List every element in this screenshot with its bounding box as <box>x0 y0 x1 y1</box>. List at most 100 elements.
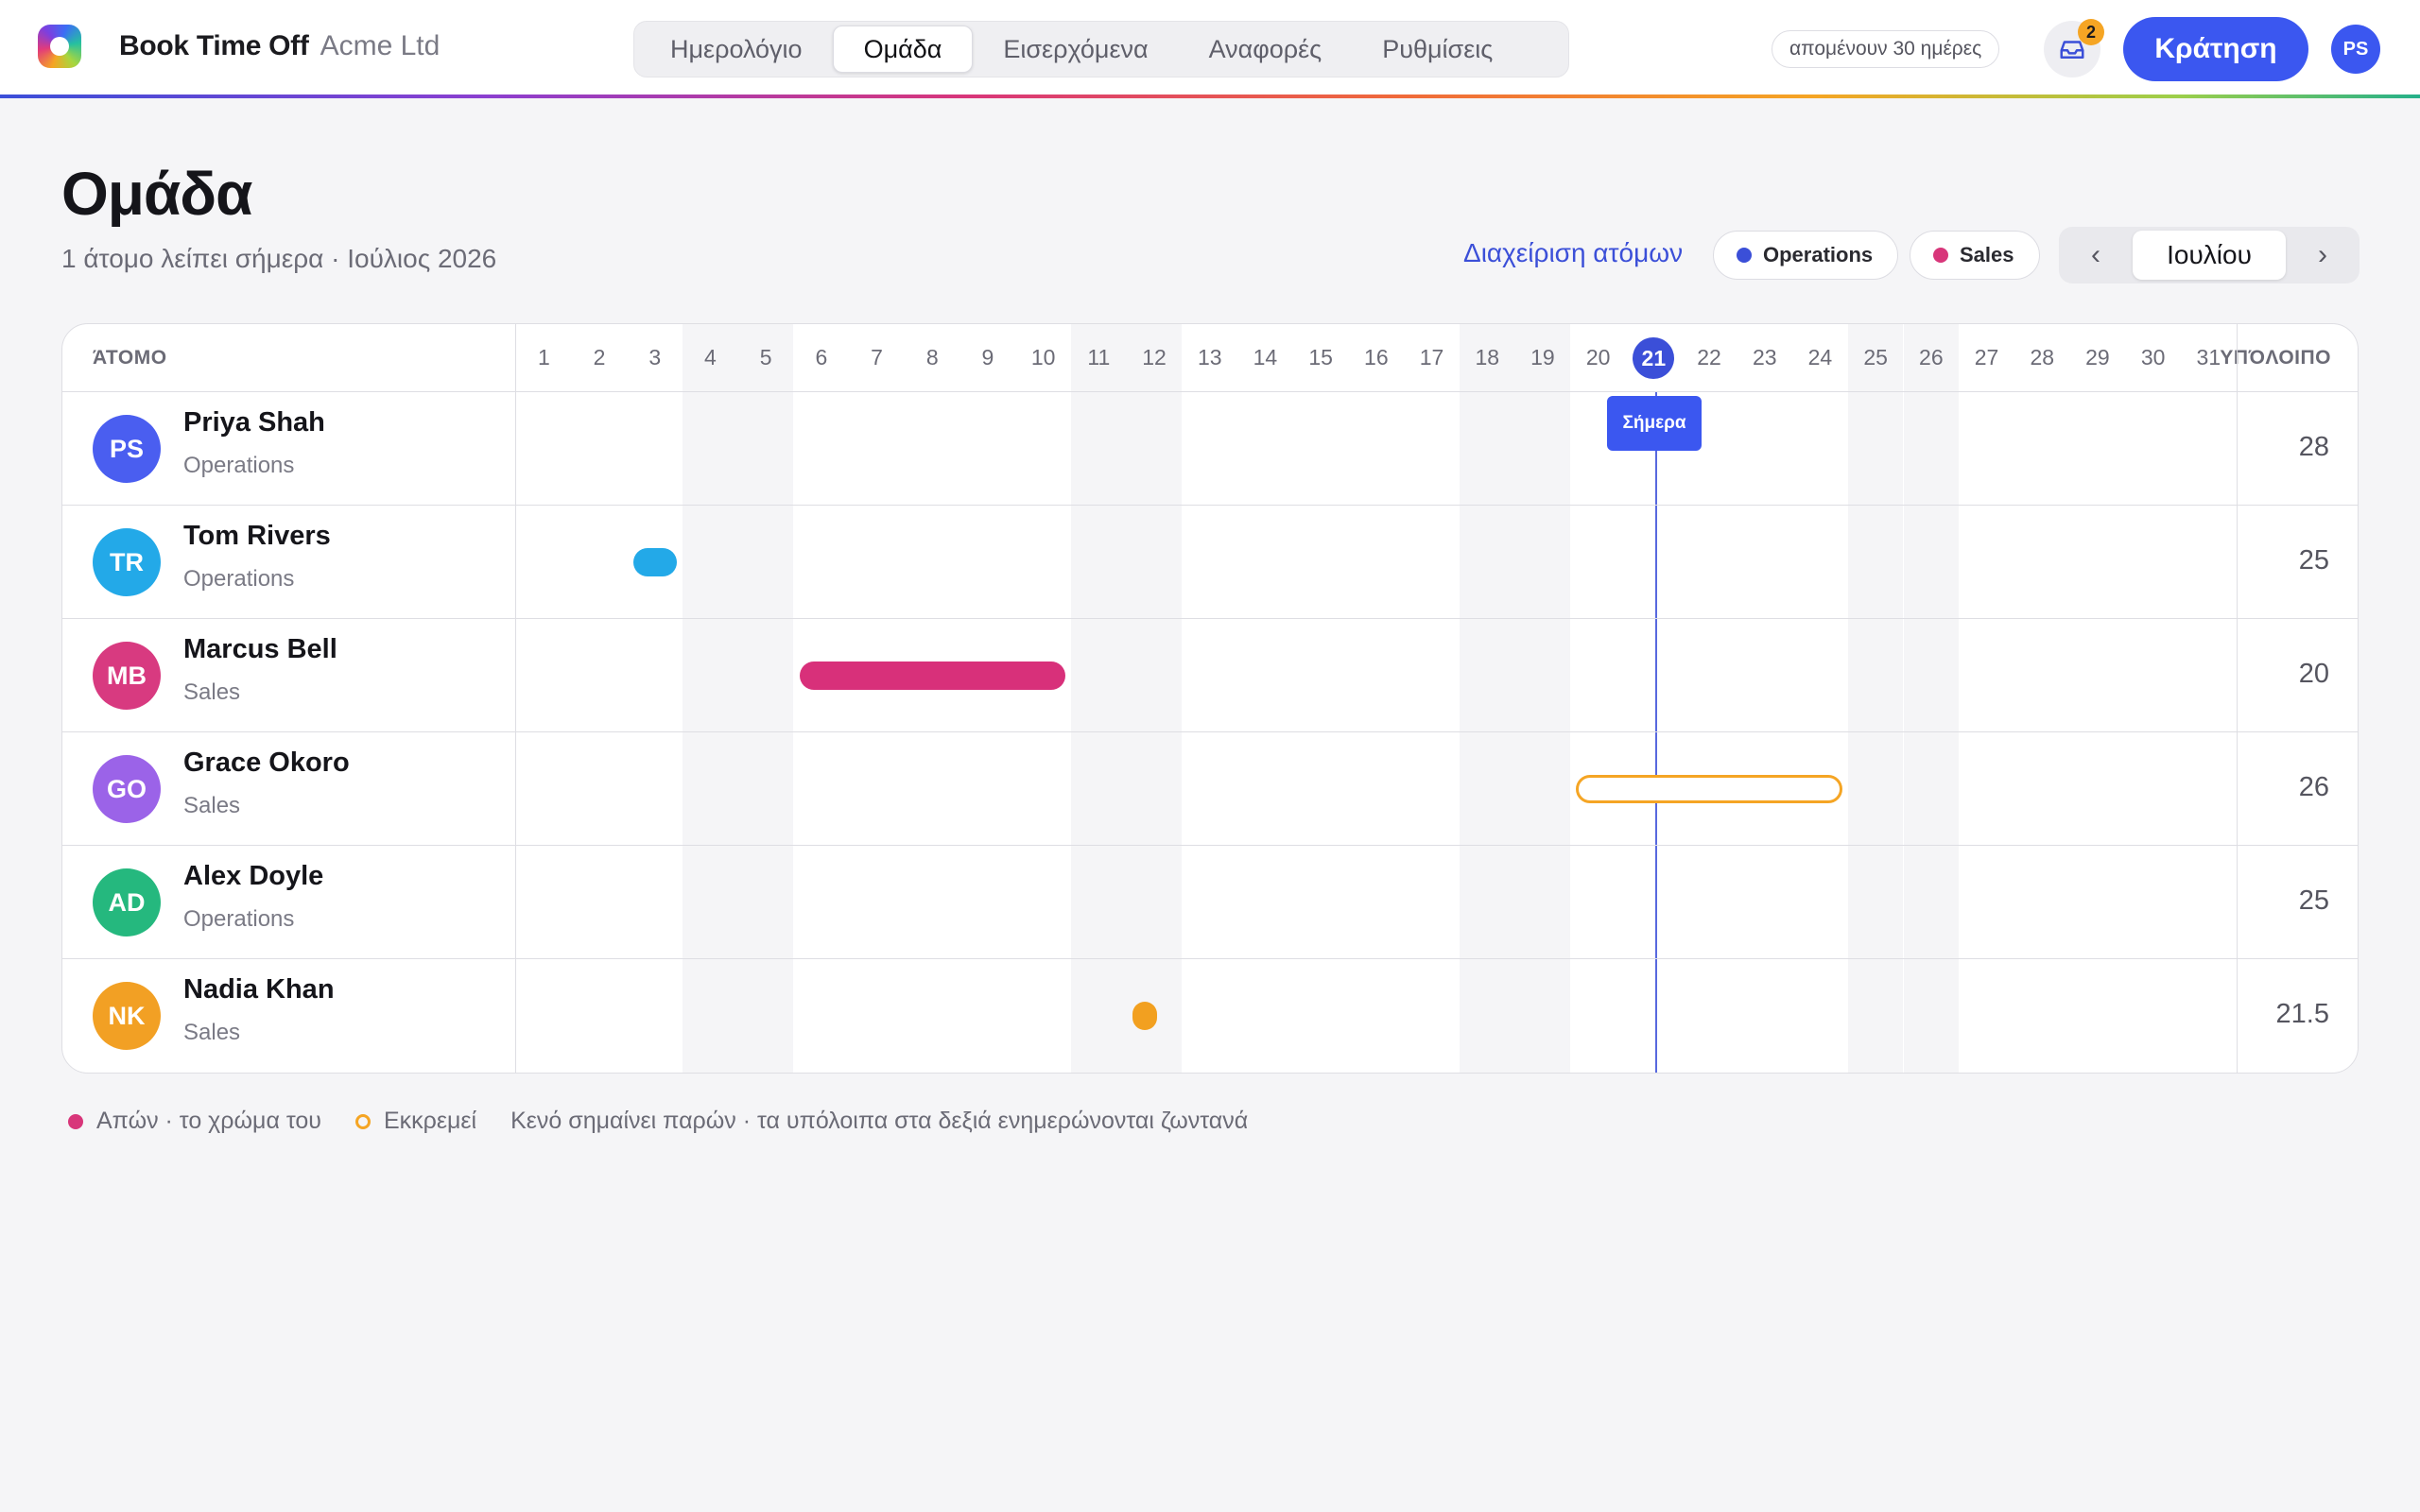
day-header[interactable]: 10 <box>1016 345 1071 370</box>
person-department: Operations <box>183 906 295 932</box>
person-row[interactable]: NK Nadia Khan Sales 21.5 <box>62 959 2358 1073</box>
day-header[interactable]: 12 <box>1127 345 1182 370</box>
day-header[interactable]: 31 <box>2181 345 2236 370</box>
legend-away-label: Απών · το χρώμα του <box>96 1108 321 1134</box>
day-header[interactable]: 8 <box>905 345 959 370</box>
person-name[interactable]: Alex Doyle <box>183 861 323 892</box>
day-header[interactable]: 15 <box>1293 345 1348 370</box>
person-name[interactable]: Marcus Bell <box>183 634 337 665</box>
day-header[interactable]: 4 <box>683 345 737 370</box>
day-header[interactable]: 3 <box>628 345 683 370</box>
tab-team[interactable]: Ομάδα <box>832 26 974 73</box>
person-avatar: PS <box>93 415 161 483</box>
remaining-days: 25 <box>2298 885 2329 916</box>
person-row[interactable]: PS Priya Shah Operations 28 <box>62 392 2358 506</box>
tab-reports[interactable]: Αναφορές <box>1179 26 1353 73</box>
day-header[interactable]: 2 <box>572 345 627 370</box>
day-header[interactable]: 19 <box>1515 345 1570 370</box>
page-subtitle: 1 άτομο λείπει σήμερα · Ιούλιος 2026 <box>61 244 497 273</box>
legend-note-text: Κενό σημαίνει παρών · τα υπόλοιπα στα δε… <box>510 1108 1249 1134</box>
day-header[interactable]: 13 <box>1183 345 1237 370</box>
absence-bar[interactable] <box>799 662 1065 690</box>
person-name[interactable]: Nadia Khan <box>183 974 335 1005</box>
person-department: Sales <box>183 1020 241 1045</box>
legend-note: Κενό σημαίνει παρών · τα υπόλοιπα στα δε… <box>510 1108 1248 1135</box>
person-row[interactable]: TR Tom Rivers Operations 25 <box>62 506 2358 619</box>
person-name[interactable]: Tom Rivers <box>183 521 331 552</box>
brand[interactable]: Book Time Off Acme Ltd <box>38 25 440 68</box>
day-header[interactable]: 9 <box>960 345 1015 370</box>
day-header[interactable]: 26 <box>1904 345 1959 370</box>
person-department: Sales <box>183 793 241 818</box>
header-accent-line <box>0 94 2420 98</box>
tab-inbox[interactable]: Εισερχόμενα <box>973 26 1178 73</box>
grid-header: ΆΤΟΜΟ ΥΠΌΛΟΙΠΟ 1 2 3 4 5 6 7 8 9 10 11 12 13 14 15 16 17… <box>62 324 2358 392</box>
absence-bar[interactable] <box>632 548 677 576</box>
person-name[interactable]: Grace Okoro <box>183 747 350 779</box>
person-column-header: ΆΤΟΜΟ <box>93 347 167 369</box>
month-navigator: ‹ Ιουλίου › <box>2059 227 2360 284</box>
main-nav: Ημερολόγιο Ομάδα Εισερχόμενα Αναφορές Ρυ… <box>633 21 1569 77</box>
tab-settings[interactable]: Ρυθμίσεις <box>1352 26 1523 73</box>
legend: Απών · το χρώμα του Εκκρεμεί Κενό σημαίν… <box>68 1108 1282 1135</box>
person-department: Operations <box>183 453 295 478</box>
legend-pending: Εκκρεμεί <box>354 1108 477 1135</box>
dept-filter-label: Sales <box>1960 243 2014 266</box>
absence-bar[interactable] <box>1132 1002 1158 1030</box>
day-header[interactable]: 1 <box>516 345 571 370</box>
person-department: Sales <box>183 679 241 705</box>
pending-ring-icon <box>354 1113 371 1129</box>
person-avatar: TR <box>93 528 161 596</box>
remaining-days: 28 <box>2298 432 2329 462</box>
day-header[interactable]: 17 <box>1405 345 1460 370</box>
person-row[interactable]: GO Grace Okoro Sales 26 <box>62 732 2358 846</box>
day-header[interactable]: 23 <box>1737 345 1792 370</box>
remaining-days: 21.5 <box>2275 999 2329 1029</box>
remaining-days: 25 <box>2298 545 2329 576</box>
day-header[interactable]: 20 <box>1571 345 1626 370</box>
dept-filter-operations[interactable]: Operations <box>1713 231 1899 280</box>
manage-people-link[interactable]: Διαχείριση ατόμων <box>1463 238 1683 268</box>
user-avatar[interactable]: PS <box>2331 25 2380 74</box>
person-avatar: AD <box>93 868 161 936</box>
brand-logo-icon <box>38 25 81 68</box>
operations-dot-icon <box>1737 248 1752 263</box>
person-department: Operations <box>183 566 295 592</box>
dept-filter-sales[interactable]: Sales <box>1910 231 2040 280</box>
company-name: Acme Ltd <box>320 30 441 61</box>
legend-pending-label: Εκκρεμεί <box>383 1108 477 1134</box>
day-header[interactable]: 18 <box>1460 345 1514 370</box>
sales-dot-icon <box>1933 248 1948 263</box>
day-header[interactable]: 24 <box>1792 345 1847 370</box>
day-header-today[interactable]: 21 <box>1633 337 1675 379</box>
person-avatar: MB <box>93 642 161 710</box>
next-month-button[interactable]: › <box>2286 227 2360 284</box>
absence-bar-pending[interactable] <box>1576 775 1842 803</box>
day-header[interactable]: 30 <box>2126 345 2181 370</box>
day-header[interactable]: 6 <box>794 345 849 370</box>
day-header[interactable]: 5 <box>738 345 793 370</box>
dept-filter-label: Operations <box>1763 243 1874 266</box>
book-button[interactable]: Κράτηση <box>2123 17 2308 81</box>
chevron-right-icon: › <box>2318 239 2327 270</box>
remaining-days: 26 <box>2298 772 2329 802</box>
day-header[interactable]: 22 <box>1682 345 1737 370</box>
person-row[interactable]: AD Alex Doyle Operations 25 <box>62 846 2358 959</box>
day-header[interactable]: 7 <box>850 345 905 370</box>
day-header[interactable]: 27 <box>1960 345 2014 370</box>
day-header[interactable]: 14 <box>1237 345 1292 370</box>
day-header[interactable]: 28 <box>2014 345 2069 370</box>
day-header[interactable]: 16 <box>1349 345 1404 370</box>
day-header[interactable]: 25 <box>1848 345 1903 370</box>
person-row[interactable]: MB Marcus Bell Sales 20 <box>62 619 2358 732</box>
person-avatar: NK <box>93 982 161 1050</box>
page-title: Ομάδα <box>61 160 252 228</box>
prev-month-button[interactable]: ‹ <box>2059 227 2133 284</box>
day-header[interactable]: 11 <box>1071 345 1126 370</box>
person-name[interactable]: Priya Shah <box>183 407 325 438</box>
chevron-left-icon: ‹ <box>2091 239 2100 270</box>
inbox-count-badge: 2 <box>2078 19 2104 45</box>
tab-calendar[interactable]: Ημερολόγιο <box>640 26 833 73</box>
day-header[interactable]: 29 <box>2070 345 2125 370</box>
month-label: Ιουλίου <box>2133 231 2286 280</box>
